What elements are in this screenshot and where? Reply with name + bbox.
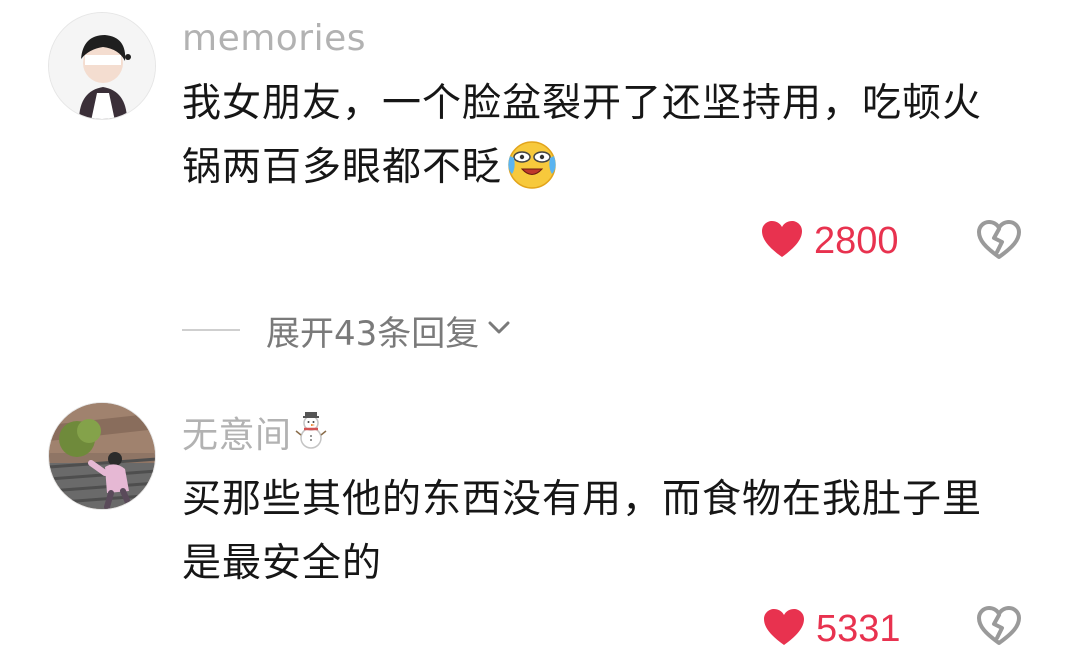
like-button[interactable]: 2800: [760, 216, 899, 266]
like-count: 2800: [814, 219, 899, 262]
broken-heart-icon[interactable]: [976, 220, 1022, 264]
avatar[interactable]: [48, 12, 156, 120]
heart-icon: [760, 219, 804, 263]
like-button[interactable]: 5331: [762, 604, 901, 654]
comment-text-content: 我女朋友，一个脸盆裂开了还坚持用，吃顿火锅两百多眼都不眨: [182, 81, 983, 190]
comment-username[interactable]: 无意间: [182, 406, 328, 460]
comment-username[interactable]: memories: [182, 18, 366, 59]
comment-username-text: 无意间: [182, 415, 292, 456]
like-count: 5331: [816, 607, 901, 650]
avatar[interactable]: [48, 402, 156, 510]
comment-text: 买那些其他的东西没有用，而食物在我肚子里是最安全的: [182, 477, 983, 586]
crying-laughing-emoji-icon: [504, 138, 560, 210]
expand-replies-label: 展开43条回复: [266, 313, 480, 354]
snowman-icon: [294, 411, 328, 460]
avatar-image: [49, 13, 155, 119]
broken-heart-icon[interactable]: [976, 606, 1022, 650]
heart-icon: [762, 607, 806, 651]
comment-item: 无意间 买那些其他的东西没有用，而食物在我肚子里是最安全的 5331: [0, 380, 1080, 668]
chevron-down-icon: [487, 320, 511, 340]
comment-item: memories 我女朋友，一个脸盆裂开了还坚持用，吃顿火锅两百多眼都不眨 28…: [0, 0, 1080, 300]
expand-replies-button[interactable]: 展开43条回复: [182, 305, 511, 355]
divider: [182, 329, 240, 331]
comment-text: 我女朋友，一个脸盆裂开了还坚持用，吃顿火锅两百多眼都不眨: [182, 72, 1002, 210]
avatar-image: [49, 403, 155, 509]
